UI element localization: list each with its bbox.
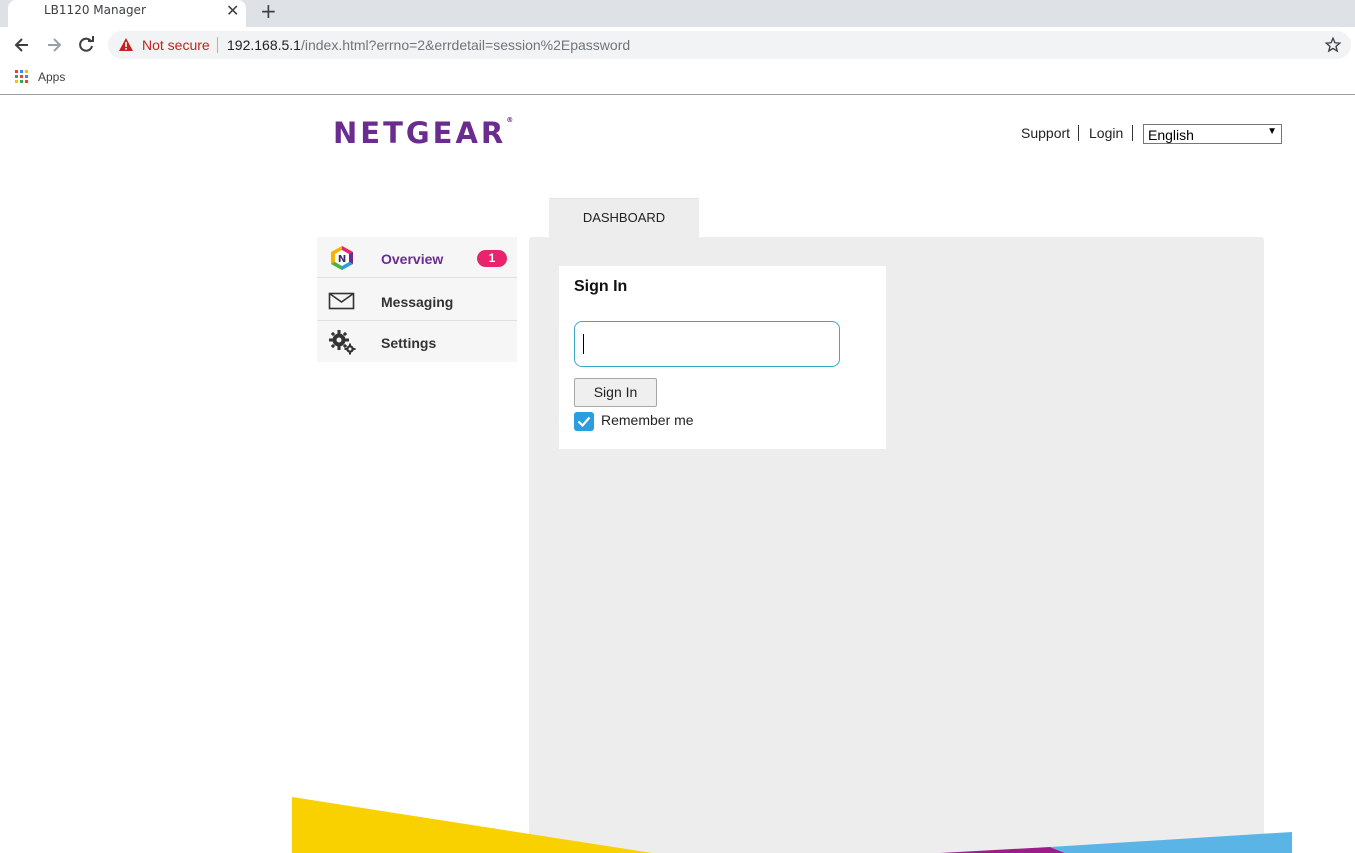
reload-icon[interactable]: [76, 35, 96, 55]
signin-card: Sign In Sign In Remember me: [559, 266, 886, 449]
remember-me-checkbox[interactable]: [574, 412, 594, 431]
url-path: /index.html?errno=2&errdetail=session%2E…: [300, 37, 631, 53]
text-caret: [583, 334, 584, 354]
new-tab-icon[interactable]: +: [260, 0, 277, 23]
url-text[interactable]: 192.168.5.1/index.html?errno=2&errdetail…: [227, 37, 630, 53]
language-selected: English: [1148, 127, 1194, 143]
bookmarks-bar: [0, 63, 1355, 95]
forward-arrow-icon[interactable]: [44, 35, 64, 55]
warning-icon[interactable]: [118, 37, 134, 53]
signin-button[interactable]: Sign In: [574, 378, 657, 407]
dropdown-arrow-icon: ▼: [1267, 126, 1277, 137]
close-icon[interactable]: ✕: [226, 1, 239, 21]
password-input[interactable]: [574, 321, 840, 367]
browser-tab-strip: LB1120 Manager ✕ +: [0, 0, 1355, 27]
tab-title: LB1120 Manager: [44, 3, 146, 17]
support-link[interactable]: Support: [1021, 125, 1070, 141]
bookmark-apps[interactable]: Apps: [38, 70, 65, 84]
url-host: 192.168.5.1: [227, 37, 301, 53]
sidebar-item-label: Messaging: [381, 294, 454, 310]
netgear-logo: NETGEAR®: [333, 116, 513, 150]
tab-dashboard[interactable]: DASHBOARD: [549, 198, 699, 237]
bookmark-star-icon[interactable]: [1324, 36, 1342, 54]
signin-title: Sign In: [574, 278, 628, 295]
link-divider: [1132, 125, 1133, 141]
envelope-icon: [328, 292, 355, 310]
sidebar-item-messaging[interactable]: Messaging: [317, 280, 517, 321]
gears-icon: [329, 330, 356, 355]
language-select[interactable]: English ▼: [1143, 124, 1282, 144]
browser-tab[interactable]: LB1120 Manager ✕: [8, 0, 246, 27]
back-arrow-icon[interactable]: [12, 35, 32, 55]
sidebar-item-settings[interactable]: Settings: [317, 321, 517, 362]
notification-badge: 1: [477, 250, 507, 267]
not-secure-label[interactable]: Not secure: [142, 37, 210, 53]
login-link[interactable]: Login: [1089, 125, 1123, 141]
sidebar-item-label: Overview: [381, 251, 444, 267]
logo-registered-mark: ®: [506, 116, 514, 124]
remember-me-label[interactable]: Remember me: [601, 412, 694, 428]
netgear-overview-icon: N: [331, 246, 353, 270]
link-divider: [1078, 125, 1079, 141]
logo-text: NETGEAR: [333, 116, 507, 150]
address-separator: [217, 37, 218, 53]
sidebar: N Overview 1 Messaging Settings: [317, 237, 517, 362]
svg-text:N: N: [338, 254, 346, 265]
sidebar-item-label: Settings: [381, 335, 437, 351]
apps-grid-icon[interactable]: [15, 70, 28, 83]
sidebar-item-overview[interactable]: N Overview 1: [317, 237, 517, 278]
